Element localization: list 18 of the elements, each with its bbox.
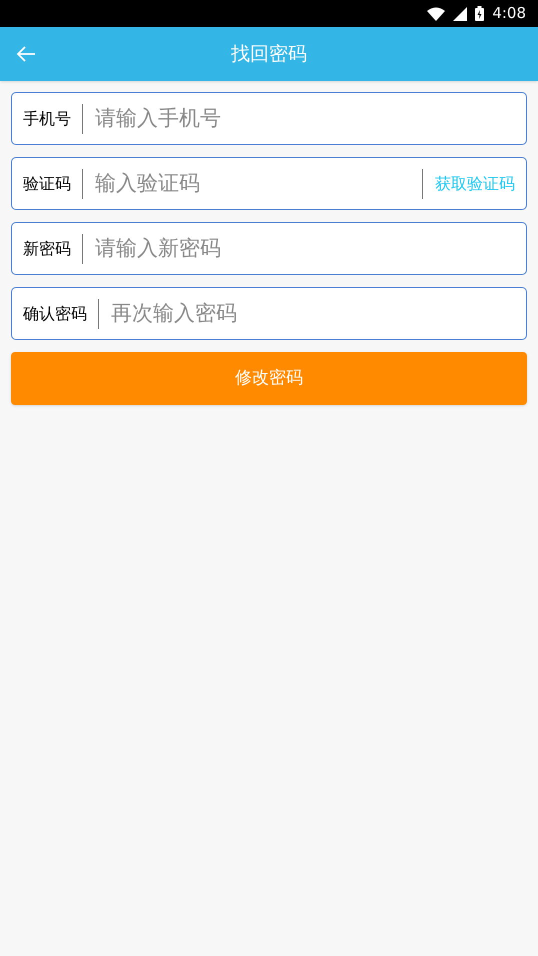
- input-field[interactable]: 请输入手机号: [95, 102, 526, 134]
- signal-icon: [453, 6, 468, 20]
- field-label: 确认密码: [12, 298, 99, 328]
- battery-icon: [475, 6, 484, 21]
- input-field[interactable]: 请输入新密码: [95, 232, 526, 264]
- form-field[interactable]: 新密码 请输入新密码: [11, 222, 527, 275]
- field-label: 新密码: [12, 234, 83, 264]
- input-field[interactable]: 再次输入密码: [111, 298, 526, 330]
- wifi-icon: [427, 6, 446, 20]
- back-arrow-icon[interactable]: [16, 46, 36, 62]
- form-field[interactable]: 验证码 输入验证码 获取验证码: [11, 157, 527, 210]
- page-title: 找回密码: [231, 42, 307, 67]
- field-label: 验证码: [12, 168, 83, 198]
- status-time: 4:08: [492, 3, 526, 24]
- form-field[interactable]: 确认密码 再次输入密码: [11, 287, 527, 340]
- field-label: 手机号: [12, 104, 83, 134]
- form-field[interactable]: 手机号 请输入手机号: [11, 92, 527, 145]
- input-field[interactable]: 输入验证码: [95, 168, 422, 200]
